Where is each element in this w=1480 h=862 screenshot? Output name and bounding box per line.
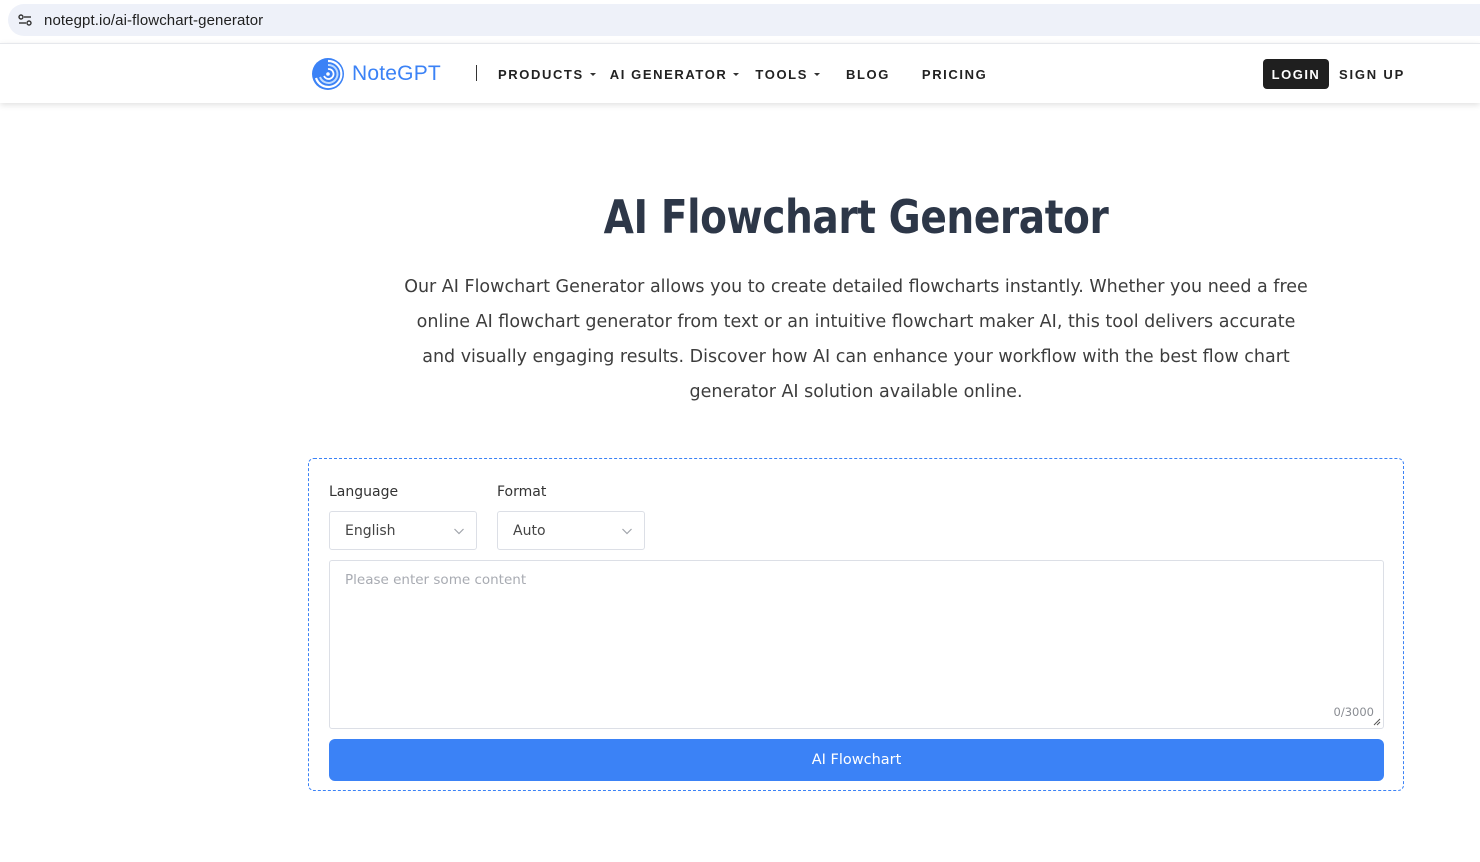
notegpt-logo[interactable]: NoteGPT (310, 56, 441, 92)
caret-down-icon (589, 73, 596, 76)
nav-ai-generator[interactable]: AI GENERATOR (610, 67, 740, 82)
browser-address-bar[interactable]: notegpt.io/ai-flowchart-generator (8, 4, 1480, 36)
nav-tools-label: TOOLS (755, 66, 808, 82)
nav-ai-generator-label: AI GENERATOR (609, 66, 728, 82)
flowchart-tool-card: Language English Format Auto Please ente… (308, 458, 1404, 791)
nav-tools[interactable]: TOOLS (755, 67, 820, 82)
site-header: NoteGPT PRODUCTS AI GENERATOR TOOLS BLOG… (0, 43, 1480, 103)
url-text: notegpt.io/ai-flowchart-generator (44, 11, 264, 29)
main-nav: PRODUCTS AI GENERATOR TOOLS BLOG PRICING (498, 44, 987, 104)
page-title: AI Flowchart Generator (603, 190, 1109, 244)
nav-divider (476, 65, 477, 81)
character-counter: 0/3000 (1333, 705, 1374, 719)
resize-handle-icon[interactable] (1373, 718, 1381, 726)
page-description: Our AI Flowchart Generator allows you to… (404, 277, 1308, 402)
nav-blog[interactable]: BLOG (846, 67, 890, 82)
content-input-placeholder: Please enter some content (345, 572, 527, 588)
nav-products-label: PRODUCTS (498, 66, 584, 82)
ai-flowchart-button[interactable]: AI Flowchart (329, 739, 1384, 781)
chevron-down-icon (454, 528, 464, 535)
nav-pricing[interactable]: PRICING (922, 67, 987, 82)
content-input[interactable]: Please enter some content 0/3000 (329, 560, 1384, 729)
language-label: Language (329, 484, 399, 500)
site-settings-icon[interactable] (17, 12, 33, 28)
caret-down-icon (813, 73, 820, 76)
login-button[interactable]: LOGIN (1263, 59, 1329, 89)
notegpt-logo-icon (312, 58, 344, 90)
logo-text: NoteGPT (352, 62, 441, 85)
format-select[interactable]: Auto (497, 511, 645, 550)
language-select[interactable]: English (329, 511, 477, 550)
signup-link[interactable]: SIGN UP (1339, 59, 1405, 89)
chevron-down-icon (622, 528, 632, 535)
language-select-value: English (345, 522, 396, 539)
caret-down-icon (733, 73, 740, 76)
nav-pricing-label: PRICING (921, 66, 988, 82)
format-label: Format (497, 484, 547, 500)
format-select-value: Auto (513, 522, 546, 539)
nav-products[interactable]: PRODUCTS (498, 67, 596, 82)
nav-blog-label: BLOG (845, 66, 890, 82)
